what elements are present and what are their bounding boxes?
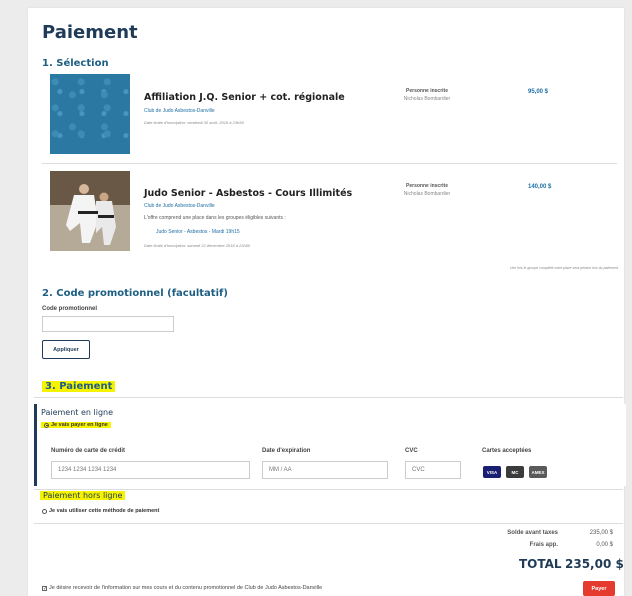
pay-online-radio[interactable]: Je vais payer en ligne (41, 422, 111, 428)
fees-label: Frais app. (529, 542, 558, 548)
radio-unselected-icon (42, 508, 47, 514)
divider (34, 489, 623, 490)
fees-value: 0,00 $ (596, 542, 613, 548)
pay-offline-radio[interactable]: Je vais utiliser cette méthode de paieme… (42, 508, 159, 514)
offline-payment-title: Paiement hors ligne (40, 491, 126, 500)
cvc-input[interactable]: CVC (405, 461, 461, 479)
consent-label: Je désire recevoir de l'information sur … (49, 585, 323, 591)
pay-online-label: Je vais payer en ligne (51, 422, 108, 428)
item-group-link[interactable]: Judo Senior - Asbestos - Mardi 19h15 (156, 229, 240, 235)
person-label: Personne inscrite (406, 88, 448, 94)
item-thumbnail (50, 74, 130, 154)
item-price: 95,00 $ (528, 89, 549, 95)
online-payment-title: Paiement en ligne (41, 408, 114, 417)
payment-page: Paiement 1. Sélection Affiliation J.Q. S… (28, 8, 626, 596)
cart-item: Affiliation J.Q. Senior + cot. régionale… (42, 68, 617, 160)
subtotal-label: Solde avant taxes (507, 530, 558, 536)
promo-code-input[interactable] (42, 316, 174, 332)
mastercard-icon: MC (506, 466, 524, 478)
item-offer-text: L'offre comprend une place dans les grou… (144, 215, 286, 221)
expiry-input[interactable]: MM / AA (262, 461, 388, 479)
accepted-cards-label: Cartes acceptées (482, 448, 532, 454)
item-thumbnail (50, 171, 130, 251)
consent-checkbox[interactable]: ✓ Je désire recevoir de l'information su… (42, 585, 322, 591)
divider (42, 163, 617, 164)
payment-heading: 3. Paiement (42, 381, 116, 392)
item-club-link[interactable]: Club de Judo Asbestos-Danville (144, 108, 215, 114)
amex-card-icon: AMEX (529, 466, 547, 478)
item-name: Affiliation J.Q. Senior + cot. régionale (144, 92, 345, 103)
total-label: TOTAL (519, 557, 562, 571)
expiry-label: Date d'expiration (262, 448, 311, 454)
item-deadline: Date limite d'inscription: vendredi 30 a… (144, 120, 244, 125)
visa-card-icon: VISA (483, 466, 501, 478)
person-name: Nicholas Bombardier (403, 96, 451, 102)
pay-button[interactable]: Payer (583, 581, 615, 596)
page-title: Paiement (42, 22, 138, 43)
divider (34, 397, 623, 398)
item-deadline: Date limite d'inscription: samedi 22 déc… (144, 243, 251, 248)
cart-item: Judo Senior - Asbestos - Cours Illimités… (42, 165, 617, 265)
checkbox-checked-icon: ✓ (42, 585, 48, 592)
subtotal-value: 235,00 $ (589, 530, 613, 536)
pay-offline-label: Je vais utiliser cette méthode de paieme… (49, 508, 160, 514)
person-label: Personne inscrite (406, 183, 448, 189)
promo-label: Code promotionnel (42, 306, 97, 312)
promo-heading: 2. Code promotionnel (facultatif) (42, 288, 228, 299)
total-value: 235,00 $ (565, 557, 624, 571)
apply-promo-button[interactable]: Appliquer (42, 340, 90, 359)
card-number-label: Numéro de carte de crédit (51, 448, 126, 454)
radio-selected-icon (44, 422, 49, 428)
item-price: 140,00 $ (528, 184, 552, 190)
item-club-link[interactable]: Club de Judo Asbestos-Danville (144, 203, 215, 209)
person-name: Nicholas Bombardier (403, 191, 451, 197)
divider (34, 523, 623, 524)
cvc-label: CVC (405, 448, 418, 454)
selection-note: Une fois le groupe complété votre place … (509, 266, 618, 270)
card-number-input[interactable]: 1234 1234 1234 1234 (51, 461, 250, 479)
item-name: Judo Senior - Asbestos - Cours Illimités (144, 188, 353, 199)
